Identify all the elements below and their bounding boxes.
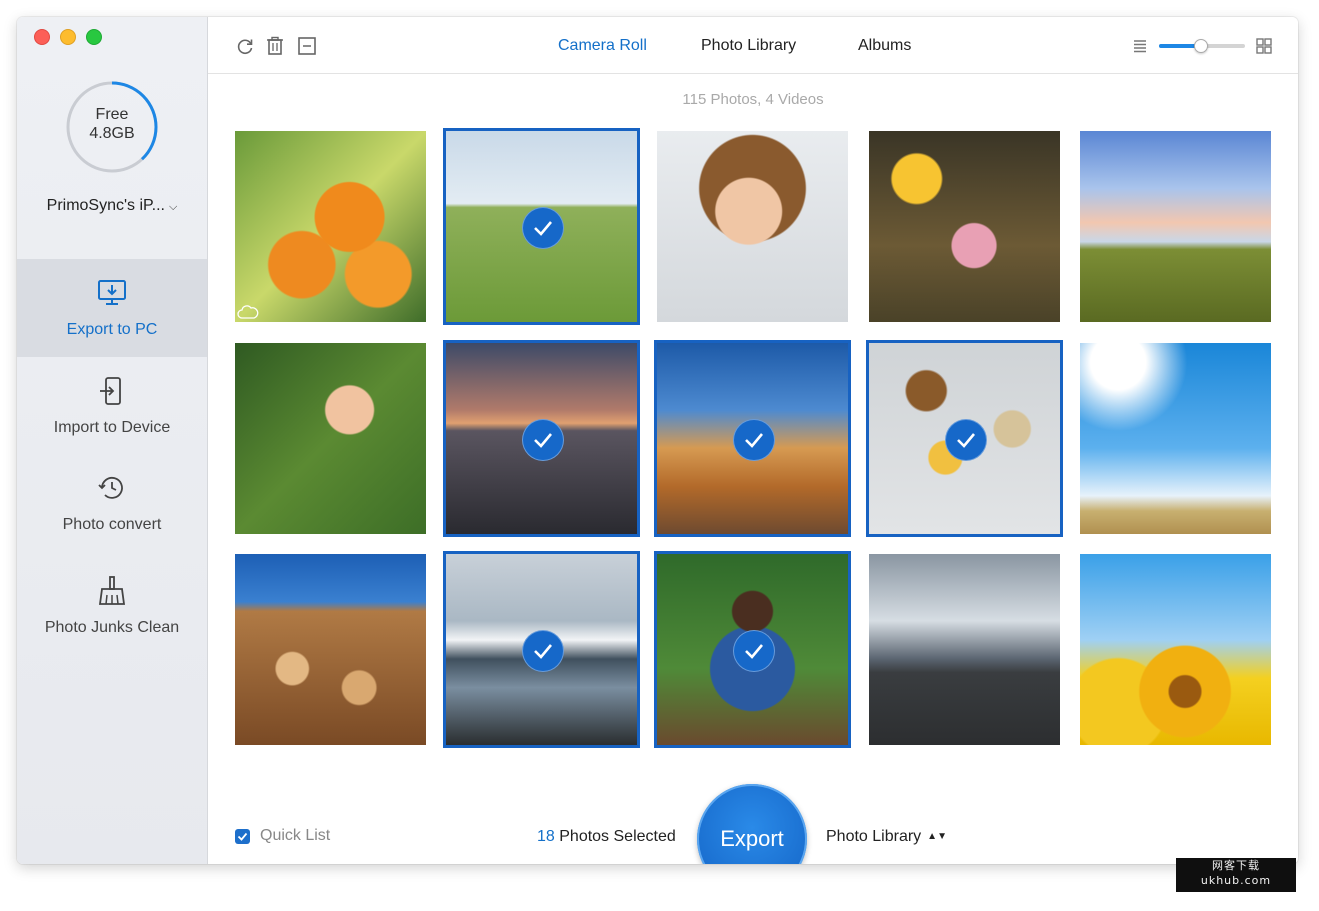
refresh-icon[interactable]	[235, 36, 255, 56]
trash-icon[interactable]	[265, 36, 285, 56]
selected-count: 18	[537, 828, 555, 845]
photo-thumbnail[interactable]	[235, 131, 426, 322]
photo-image	[235, 554, 426, 745]
photo-image	[1080, 554, 1271, 745]
photo-image	[235, 131, 426, 322]
photo-image	[1080, 131, 1271, 322]
photo-count: 115 Photos, 4 Videos	[682, 91, 824, 108]
tab-albums[interactable]: Albums	[858, 37, 911, 55]
storage-value: 4.8GB	[89, 125, 135, 142]
selected-check-icon	[522, 207, 564, 249]
minimize-window-button[interactable]	[60, 29, 76, 45]
photo-thumbnail[interactable]	[443, 340, 640, 537]
chevron-down-icon: ⌵	[169, 201, 178, 213]
selected-check-icon	[522, 419, 564, 461]
photo-image	[869, 554, 1060, 745]
device-name: PrimoSync's iP...	[46, 197, 165, 214]
toolbar: Camera Roll Photo Library Albums	[208, 17, 1298, 74]
grid-view-icon[interactable]	[1254, 36, 1274, 56]
history-clock-icon	[98, 476, 123, 499]
storage-indicator: Free 4.8GB	[64, 79, 160, 175]
photo-thumbnail[interactable]	[869, 131, 1060, 322]
checkmark-icon	[237, 832, 248, 841]
quick-list-label: Quick List	[260, 827, 331, 844]
storage-label: Free	[95, 106, 129, 123]
close-window-button[interactable]	[34, 29, 50, 45]
list-view-icon[interactable]	[1130, 36, 1150, 56]
export-target-label: Photo Library	[826, 828, 922, 845]
zoom-window-button[interactable]	[86, 29, 102, 45]
selected-check-icon	[733, 630, 775, 672]
selected-check-icon	[945, 419, 987, 461]
icloud-icon	[237, 304, 259, 320]
sidebar-item-label: Export to PC	[66, 321, 158, 338]
selection-summary: 18 Photos Selected	[537, 828, 676, 846]
photo-image	[657, 131, 848, 322]
photo-thumbnail[interactable]	[869, 554, 1060, 745]
sidebar-item-export-to-pc[interactable]: Export to PC	[17, 259, 207, 357]
minus-box-icon[interactable]	[297, 36, 317, 56]
photo-thumbnail[interactable]	[443, 128, 640, 325]
photo-image	[235, 343, 426, 534]
sidebar-item-import-to-device[interactable]: Import to Device	[17, 357, 207, 455]
tab-photo-library[interactable]: Photo Library	[701, 37, 796, 55]
zoom-slider[interactable]	[1159, 39, 1245, 53]
photo-thumbnail[interactable]	[654, 340, 851, 537]
photo-thumbnail[interactable]	[1080, 343, 1271, 534]
photo-thumbnail[interactable]	[657, 131, 848, 322]
photo-thumbnail[interactable]	[866, 340, 1063, 537]
app-window: Free 4.8GB PrimoSync's iP... ⌵ Export to …	[17, 17, 1298, 864]
photo-thumbnail[interactable]	[1080, 131, 1271, 322]
photo-image	[869, 131, 1060, 322]
sidebar: Free 4.8GB PrimoSync's iP... ⌵ Export to …	[17, 17, 208, 864]
photo-thumbnail[interactable]	[235, 343, 426, 534]
quick-list-toggle[interactable]: Quick List	[235, 827, 330, 845]
window-controls	[34, 29, 102, 45]
sidebar-item-photo-convert[interactable]: Photo convert	[17, 454, 207, 552]
tab-camera-roll[interactable]: Camera Roll	[558, 37, 647, 55]
quick-list-checkbox[interactable]	[235, 828, 250, 844]
device-selector[interactable]: PrimoSync's iP... ⌵	[17, 197, 207, 215]
export-button[interactable]: Export	[697, 784, 807, 864]
selected-suffix: Photos Selected	[554, 828, 676, 845]
monitor-download-icon	[98, 280, 126, 305]
photo-thumbnail[interactable]	[1080, 554, 1271, 745]
import-device-icon	[100, 377, 121, 405]
photo-thumbnail[interactable]	[235, 554, 426, 745]
photo-thumbnail[interactable]	[443, 551, 640, 748]
updown-arrows-icon: ▲▼	[927, 831, 947, 842]
sidebar-item-label: Import to Device	[53, 419, 171, 436]
selected-check-icon	[733, 419, 775, 461]
photo-thumbnail[interactable]	[654, 551, 851, 748]
photo-image	[1080, 343, 1271, 534]
sidebar-item-label: Photo Junks Clean	[44, 619, 180, 636]
watermark-logo: 网客下载 ukhub.com	[1176, 858, 1296, 892]
selected-check-icon	[522, 630, 564, 672]
broom-icon	[98, 576, 126, 605]
export-target-select[interactable]: Photo Library ▲▼	[826, 828, 947, 846]
sidebar-item-label: Photo convert	[62, 516, 162, 533]
zoom-slider-knob[interactable]	[1194, 39, 1209, 53]
sidebar-item-photo-junks-clean[interactable]: Photo Junks Clean	[17, 557, 207, 655]
